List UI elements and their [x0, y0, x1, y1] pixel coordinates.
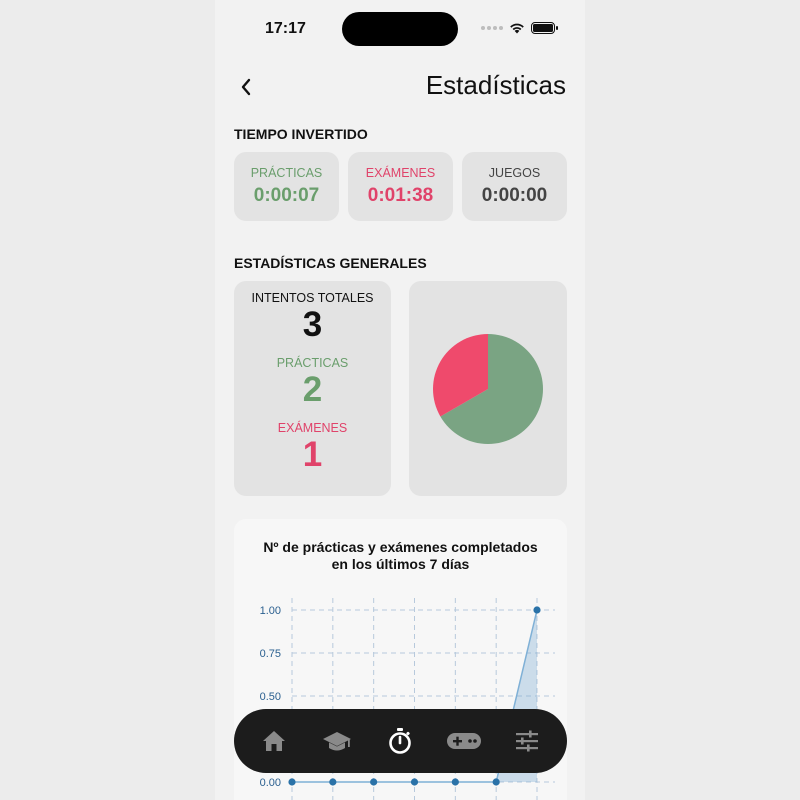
juegos-time-label: JUEGOS: [488, 166, 541, 180]
wifi-icon: [510, 23, 524, 34]
chevron-left-icon: [241, 78, 251, 96]
nav-courses[interactable]: [317, 721, 357, 761]
status-time: 17:17: [265, 20, 306, 37]
y-tick-label: 0.75: [260, 648, 281, 660]
data-point: [288, 778, 296, 786]
status-icons: [481, 22, 558, 34]
page-title: Estadísticas: [425, 70, 566, 100]
total-attempts-label: INTENTOS TOTALES: [251, 291, 374, 305]
battery-icon: [531, 22, 558, 34]
back-button[interactable]: [239, 72, 263, 102]
pie-chart: [433, 334, 543, 444]
y-tick-label: 0.00: [260, 777, 281, 789]
examenes-count-label: EXÁMENES: [277, 421, 348, 435]
graduation-cap-icon: [323, 732, 352, 751]
data-point: [533, 606, 541, 614]
pie-chart-card: [409, 281, 567, 496]
sliders-icon: [516, 730, 539, 752]
juegos-time-card: JUEGOS 0:00:00: [462, 152, 567, 221]
practicas-count-label: PRÁCTICAS: [276, 356, 349, 370]
nav-settings[interactable]: [507, 721, 547, 761]
data-point: [410, 778, 419, 786]
cellular-signal-icon: [481, 26, 503, 30]
examenes-count-value: 1: [302, 435, 323, 474]
y-tick-label: 1.00: [260, 605, 281, 617]
time-section-title: TIEMPO INVERTIDO: [234, 126, 368, 142]
juegos-time-value: 0:00:00: [481, 185, 548, 206]
stopwatch-icon: [389, 728, 412, 754]
phone-screen: 17:17 Estadísticas TIEMPO INVERTIDO PRÁC…: [215, 0, 585, 800]
y-tick-label: 0.50: [260, 691, 281, 703]
data-point: [451, 778, 459, 786]
data-point: [492, 778, 500, 786]
gamepad-icon: [446, 733, 481, 749]
total-attempts-value: 3: [302, 305, 323, 344]
practicas-time-label: PRÁCTICAS: [250, 166, 323, 180]
nav-statistics[interactable]: [380, 721, 420, 761]
dynamic-island: [342, 12, 458, 46]
examenes-time-card: EXÁMENES 0:01:38: [348, 152, 453, 221]
nav-games[interactable]: [444, 721, 484, 761]
data-point: [370, 778, 378, 786]
data-point: [329, 778, 337, 786]
practicas-time-card: PRÁCTICAS 0:00:07: [234, 152, 339, 221]
general-section-title: ESTADÍSTICAS GENERALES: [234, 255, 427, 271]
practicas-time-value: 0:00:07: [253, 185, 320, 206]
practicas-count-value: 2: [302, 370, 323, 409]
examenes-time-label: EXÁMENES: [365, 166, 436, 180]
attempts-card: INTENTOS TOTALES 3 PRÁCTICAS 2 EXÁMENES …: [234, 281, 391, 496]
bottom-navigation: [234, 709, 567, 773]
examenes-time-value: 0:01:38: [367, 185, 434, 206]
home-icon: [262, 731, 285, 751]
nav-home[interactable]: [254, 721, 294, 761]
